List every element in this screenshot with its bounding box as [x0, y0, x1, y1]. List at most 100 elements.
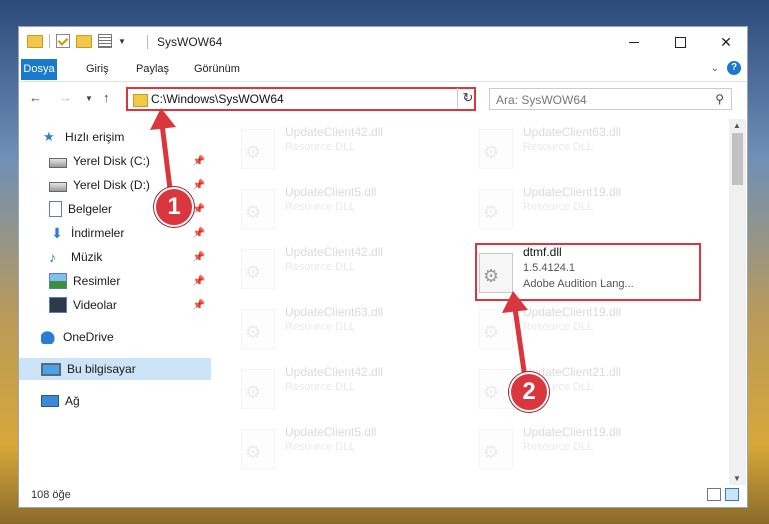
sidebar-item-this-pc[interactable]: Bu bilgisayar: [19, 358, 211, 380]
videos-icon: [49, 297, 67, 313]
music-icon: ♪: [49, 249, 56, 265]
properties-icon[interactable]: [98, 34, 112, 48]
dll-file-icon: [241, 189, 275, 229]
up-arrow-icon[interactable]: ↑: [103, 90, 110, 105]
dll-file-icon: [241, 309, 275, 349]
quick-access-toolbar: ▼: [27, 34, 126, 48]
file-item[interactable]: UpdateClient63.dll Resource DLL: [469, 119, 689, 169]
tab-view[interactable]: Görünüm: [185, 59, 249, 80]
pictures-icon: [49, 273, 67, 289]
minimize-button[interactable]: [611, 27, 657, 57]
file-name: UpdateClient63.dll: [285, 305, 384, 319]
recent-locations-dropdown-icon[interactable]: ▼: [85, 94, 93, 103]
sidebar-item-music[interactable]: ♪ Müzik 📌: [19, 246, 211, 268]
file-description: Resource DLL: [285, 321, 356, 333]
file-item[interactable]: UpdateClient5.dll Resource DLL: [231, 179, 451, 229]
file-description: Resource DLL: [285, 381, 356, 393]
pin-icon[interactable]: 📌: [193, 252, 205, 263]
folder-icon: [27, 34, 43, 48]
network-icon: [41, 395, 59, 407]
new-folder-icon[interactable]: [76, 34, 92, 48]
file-item[interactable]: UpdateClient19.dll Resource DLL: [469, 179, 689, 229]
back-arrow-icon[interactable]: ←: [29, 90, 42, 105]
file-name: UpdateClient19.dll: [523, 425, 622, 439]
file-item[interactable]: UpdateClient19.dll Resource DLL: [469, 419, 689, 469]
file-name: UpdateClient42.dll: [285, 245, 384, 259]
sidebar-item-label: OneDrive: [63, 330, 114, 344]
star-icon: ★: [43, 129, 55, 144]
sidebar-item-disk-c[interactable]: Yerel Disk (C:) 📌: [19, 150, 211, 172]
sidebar-item-quick-access[interactable]: ★ Hızlı erişim: [19, 126, 211, 148]
sidebar-item-videos[interactable]: Videolar 📌: [19, 294, 211, 316]
explorer-window: ▼ SysWOW64 ✕ Dosya Giriş Paylaş Görünüm …: [18, 26, 748, 508]
step-2-badge: 2: [509, 372, 549, 412]
dll-file-icon: [479, 129, 513, 169]
minimize-icon: [629, 41, 639, 43]
file-item[interactable]: UpdateClient63.dll Resource DLL: [231, 299, 451, 349]
details-view-icon[interactable]: [707, 488, 721, 501]
pin-icon[interactable]: 📌: [193, 180, 205, 191]
file-item[interactable]: UpdateClient19.dll Resource DLL: [469, 299, 689, 349]
close-button[interactable]: ✕: [703, 27, 749, 57]
refresh-icon[interactable]: ↻: [457, 88, 478, 108]
scrollbar-thumb[interactable]: [732, 133, 743, 185]
tab-home[interactable]: Giriş: [77, 59, 118, 80]
pin-icon[interactable]: 📌: [193, 300, 205, 311]
sidebar-item-pictures[interactable]: Resimler 📌: [19, 270, 211, 292]
help-icon[interactable]: ?: [727, 61, 741, 75]
file-description: Resource DLL: [523, 321, 594, 333]
view-toggle: [707, 488, 739, 501]
sidebar-item-network[interactable]: Ağ: [19, 390, 211, 412]
sidebar-item-label: Yerel Disk (D:): [73, 178, 150, 192]
file-item[interactable]: UpdateClient42.dll Resource DLL: [231, 119, 451, 169]
sidebar-item-label: Ağ: [65, 394, 80, 408]
file-name: UpdateClient5.dll: [285, 185, 377, 199]
search-icon[interactable]: ⚲: [715, 92, 724, 106]
title-bar: ▼ SysWOW64 ✕: [19, 27, 747, 57]
file-description: Resource DLL: [285, 201, 356, 213]
tiles-view-icon[interactable]: [725, 488, 739, 501]
vertical-scrollbar[interactable]: ▲ ▼: [729, 119, 746, 485]
pin-icon[interactable]: 📌: [193, 228, 205, 239]
search-placeholder: Ara: SysWOW64: [496, 93, 587, 107]
file-description: Resource DLL: [285, 441, 356, 453]
pin-icon[interactable]: 📌: [193, 204, 205, 215]
sidebar-item-downloads[interactable]: ⬇ İndirmeler 📌: [19, 222, 211, 244]
customize-dropdown-icon[interactable]: ▼: [118, 37, 126, 46]
cloud-icon: [41, 330, 57, 344]
file-name: UpdateClient63.dll: [523, 125, 622, 139]
dll-file-icon: [241, 429, 275, 469]
file-description: Resource DLL: [523, 141, 594, 153]
forward-arrow-icon[interactable]: →: [59, 90, 72, 105]
expand-ribbon-icon[interactable]: ⌄: [711, 63, 719, 74]
sidebar-item-onedrive[interactable]: OneDrive: [19, 326, 211, 348]
scroll-down-icon[interactable]: ▼: [733, 474, 741, 483]
file-item[interactable]: UpdateClient42.dll Resource DLL: [231, 359, 451, 409]
computer-icon: [41, 362, 61, 376]
address-bar[interactable]: C:\Windows\SysWOW64 ⌄: [126, 87, 476, 111]
properties-check-icon[interactable]: [56, 34, 70, 48]
file-name: UpdateClient19.dll: [523, 185, 622, 199]
pin-icon[interactable]: 📌: [193, 156, 205, 167]
tab-share[interactable]: Paylaş: [127, 59, 178, 80]
dll-file-icon: [479, 369, 513, 409]
file-item[interactable]: UpdateClient5.dll Resource DLL: [231, 419, 451, 469]
dll-file-icon: [241, 369, 275, 409]
search-input[interactable]: Ara: SysWOW64 ⚲: [489, 88, 732, 110]
address-path[interactable]: C:\Windows\SysWOW64: [151, 92, 284, 106]
file-item[interactable]: UpdateClient21.dll Resource DLL: [469, 359, 689, 409]
pin-icon[interactable]: 📌: [193, 276, 205, 287]
scroll-up-icon[interactable]: ▲: [733, 121, 741, 130]
dll-file-icon: [241, 129, 275, 169]
maximize-icon: [674, 36, 686, 48]
maximize-button[interactable]: [657, 27, 703, 57]
sidebar-item-label: Müzik: [71, 250, 103, 264]
navigation-pane: ★ Hızlı erişim Yerel Disk (C:) 📌 Yerel D…: [19, 123, 211, 481]
file-name: UpdateClient42.dll: [285, 365, 384, 379]
file-item[interactable]: UpdateClient42.dll Resource DLL: [231, 239, 451, 289]
disk-icon: [49, 157, 67, 168]
highlight-box-file: [475, 243, 701, 301]
tab-file[interactable]: Dosya: [21, 59, 57, 80]
sidebar-item-label: Hızlı erişim: [65, 130, 125, 144]
file-name: UpdateClient5.dll: [285, 425, 377, 439]
